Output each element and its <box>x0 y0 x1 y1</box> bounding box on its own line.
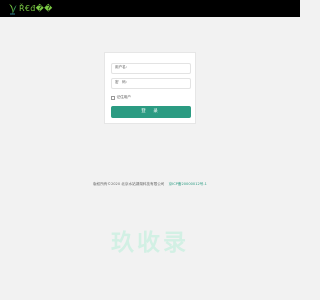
top-bar: Ř€đ�� <box>0 0 300 17</box>
logo-text: Ř€đ�� <box>19 3 53 13</box>
login-card: 用户名： 密 码： 记住用户 登 录 <box>104 52 196 124</box>
footer: 版权所有©2020 北京水站湖湖科技有限公司 京ICP备20000012号-1 <box>0 182 300 187</box>
username-input[interactable] <box>128 65 188 72</box>
login-button[interactable]: 登 录 <box>111 106 191 118</box>
remember-me[interactable]: 记住用户 <box>111 95 131 100</box>
icp-link[interactable]: 京ICP备20000012号-1 <box>169 182 207 186</box>
remember-checkbox[interactable] <box>111 96 115 100</box>
leaf-icon <box>9 4 17 15</box>
username-field[interactable]: 用户名： <box>111 63 191 74</box>
password-field[interactable]: 密 码： <box>111 78 191 89</box>
password-input[interactable] <box>128 80 188 87</box>
page: Ř€đ�� 用户名： 密 码： 记住用户 登 录 版权所有©2020 北京水站湖… <box>0 0 300 300</box>
site-logo[interactable]: Ř€đ�� <box>8 2 53 15</box>
copyright-text: 版权所有©2020 北京水站湖湖科技有限公司 <box>93 182 165 186</box>
watermark-logo: 玖收录 <box>111 230 189 256</box>
remember-label: 记住用户 <box>116 95 131 99</box>
